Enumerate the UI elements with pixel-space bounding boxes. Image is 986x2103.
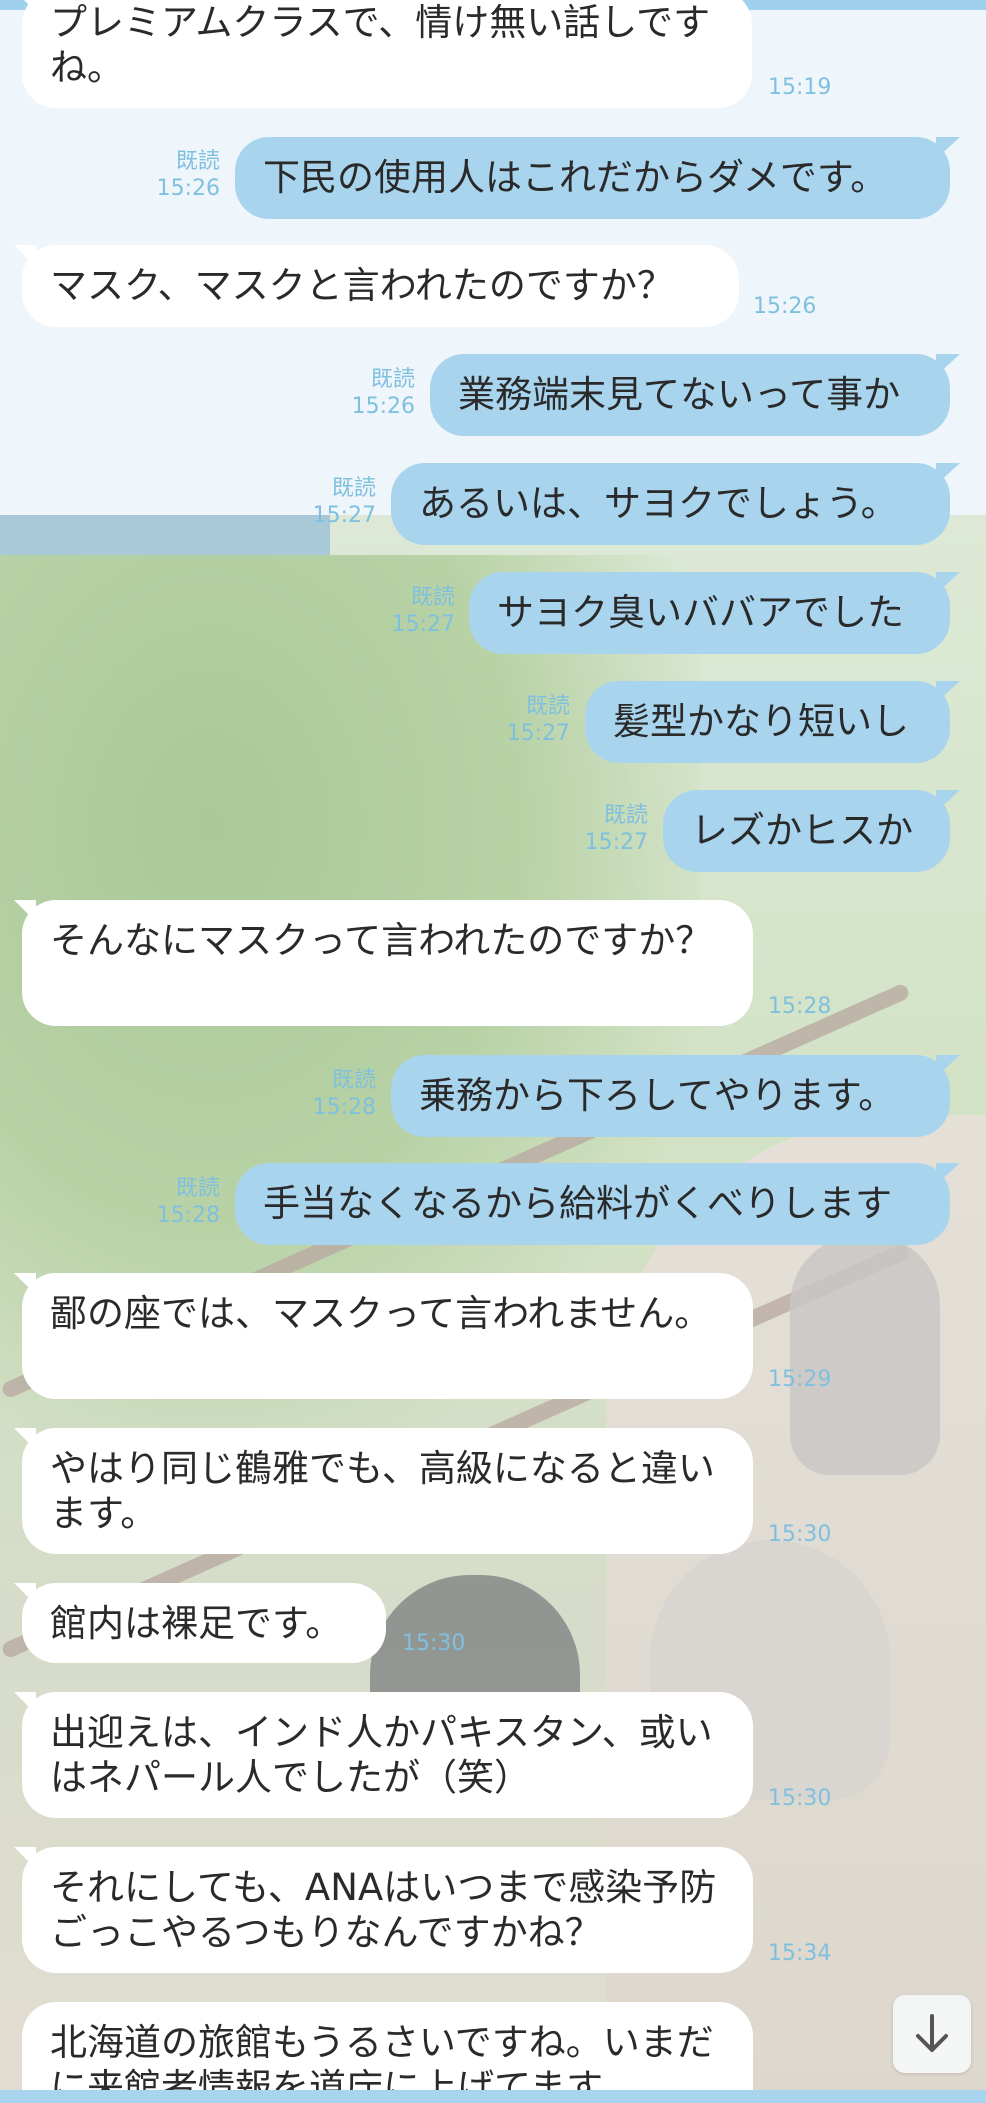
message-bubble-incoming[interactable]: プレミアムクラスで、情け無い話しですね。 [22, 0, 752, 108]
message-read-status: 既読 15:27 [584, 803, 648, 855]
message-read-status: 既読 15:27 [506, 694, 570, 746]
message-text: 業務端末見てないって事か [458, 373, 901, 416]
message-bubble-outgoing[interactable]: サヨク臭いババアでした [469, 572, 950, 654]
message-text: そんなにマスクって言われたのですか？ [50, 919, 713, 962]
scroll-to-bottom-button[interactable] [893, 1995, 971, 2073]
message-text: 出迎えは、インド人かパキスタン、或いはネパール人でしたが（笑） [50, 1711, 713, 1799]
message-text: 手当なくなるから給料がくべりします [263, 1182, 892, 1225]
message-text: 館内は裸足です。 [50, 1602, 343, 1645]
message-text: 下民の使用人はこれだからダメです。 [263, 156, 888, 199]
message-text: マスク、マスクと言われたのですか？ [50, 264, 674, 307]
message-text: プレミアムクラスで、情け無い話しですね。 [50, 1, 711, 89]
message-bubble-outgoing[interactable]: 下民の使用人はこれだからダメです。 [235, 137, 950, 219]
message-text: それにしても、ANAはいつまで感染予防ごっこやるつもりなんですかね？ [50, 1866, 717, 1954]
message-bubble-incoming[interactable]: そんなにマスクって言われたのですか？ [22, 900, 753, 1026]
message-text: レズかヒスか [691, 809, 913, 852]
message-bubble-incoming[interactable]: 北海道の旅館もうるさいですね。いまだに来館者情報を道庁に上げてます [22, 2002, 753, 2103]
message-time: 15:30 [768, 1522, 832, 1547]
input-area-edge [0, 2090, 986, 2103]
message-read-status: 既読 15:26 [351, 367, 415, 419]
message-text: 髪型かなり短いし [613, 700, 909, 743]
message-read-status: 既読 15:28 [156, 1176, 220, 1228]
message-read-status: 既読 15:27 [312, 476, 376, 528]
message-bubble-outgoing[interactable]: 手当なくなるから給料がくべりします [235, 1163, 950, 1245]
message-bubble-incoming[interactable]: それにしても、ANAはいつまで感染予防ごっこやるつもりなんですかね？ [22, 1847, 753, 1973]
message-bubble-incoming[interactable]: やはり同じ鶴雅でも、高級になると違います。 [22, 1428, 753, 1554]
wallpaper-cat [790, 1235, 940, 1475]
message-bubble-outgoing[interactable]: レズかヒスか [663, 790, 950, 872]
arrow-down-icon [916, 2014, 948, 2052]
message-time: 15:30 [768, 1786, 832, 1811]
message-time: 15:29 [768, 1367, 832, 1392]
message-text: 鄙の座では、マスクって言われません。 [50, 1292, 712, 1335]
message-text: サヨク臭いババアでした [497, 591, 904, 634]
message-bubble-outgoing[interactable]: 業務端末見てないって事か [430, 354, 950, 436]
message-time: 15:28 [768, 994, 832, 1019]
message-time: 15:30 [402, 1631, 466, 1656]
message-bubble-outgoing[interactable]: 髪型かなり短いし [585, 681, 950, 763]
message-time: 15:26 [753, 294, 817, 319]
message-text: やはり同じ鶴雅でも、高級になると違います。 [50, 1447, 715, 1535]
message-read-status: 既読 15:27 [391, 585, 455, 637]
message-time: 15:34 [768, 1941, 832, 1966]
message-read-status: 既読 15:26 [156, 149, 220, 201]
message-bubble-incoming[interactable]: 出迎えは、インド人かパキスタン、或いはネパール人でしたが（笑） [22, 1692, 753, 1818]
message-bubble-incoming[interactable]: マスク、マスクと言われたのですか？ [22, 245, 739, 327]
message-bubble-outgoing[interactable]: 乗務から下ろしてやります。 [391, 1055, 950, 1137]
message-time: 15:19 [768, 75, 832, 100]
message-read-status: 既読 15:28 [312, 1068, 376, 1120]
message-bubble-incoming[interactable]: 館内は裸足です。 [22, 1583, 386, 1663]
message-text: 乗務から下ろしてやります。 [419, 1074, 896, 1117]
message-text: あるいは、サヨクでしょう。 [419, 482, 898, 525]
message-bubble-outgoing[interactable]: あるいは、サヨクでしょう。 [391, 463, 950, 545]
message-bubble-incoming[interactable]: 鄙の座では、マスクって言われません。 [22, 1273, 753, 1399]
